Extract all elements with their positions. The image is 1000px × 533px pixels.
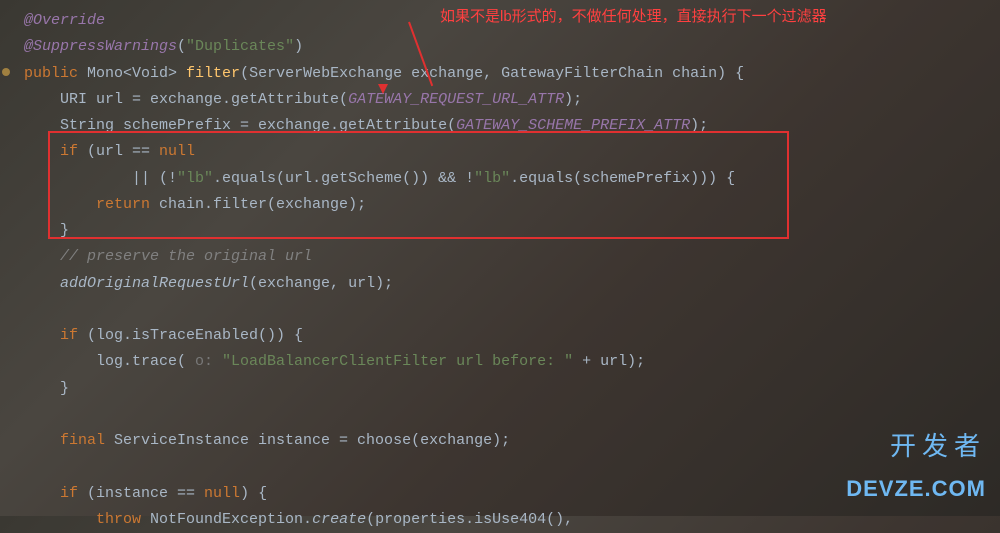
code-line: return chain.filter(exchange);	[24, 192, 1000, 218]
code-line: // preserve the original url	[24, 244, 1000, 270]
code-line	[24, 297, 1000, 323]
code-line: || (!"lb".equals(url.getScheme()) && !"l…	[24, 166, 1000, 192]
code-line: @SuppressWarnings("Duplicates")	[24, 34, 1000, 60]
code-line: final ServiceInstance instance = choose(…	[24, 428, 1000, 454]
code-editor[interactable]: @Override @SuppressWarnings("Duplicates"…	[0, 0, 1000, 533]
annotation: @SuppressWarnings	[24, 38, 177, 55]
code-line	[24, 402, 1000, 428]
gutter-marker-icon	[2, 68, 10, 76]
code-line: throw NotFoundException.create(propertie…	[24, 507, 1000, 533]
annotation: @Override	[24, 12, 105, 29]
code-line: String schemePrefix = exchange.getAttrib…	[24, 113, 1000, 139]
code-line: if (log.isTraceEnabled()) {	[24, 323, 1000, 349]
code-line	[24, 454, 1000, 480]
code-line: if (instance == null) {	[24, 481, 1000, 507]
code-line: if (url == null	[24, 139, 1000, 165]
code-line: log.trace( o: "LoadBalancerClientFilter …	[24, 349, 1000, 375]
code-line: addOriginalRequestUrl(exchange, url);	[24, 271, 1000, 297]
annotation-comment: 如果不是lb形式的，不做任何处理，直接执行下一个过滤器	[440, 4, 827, 30]
code-line: }	[24, 376, 1000, 402]
code-line: }	[24, 218, 1000, 244]
code-line: URI url = exchange.getAttribute(GATEWAY_…	[24, 87, 1000, 113]
code-line: public Mono<Void> filter(ServerWebExchan…	[24, 61, 1000, 87]
